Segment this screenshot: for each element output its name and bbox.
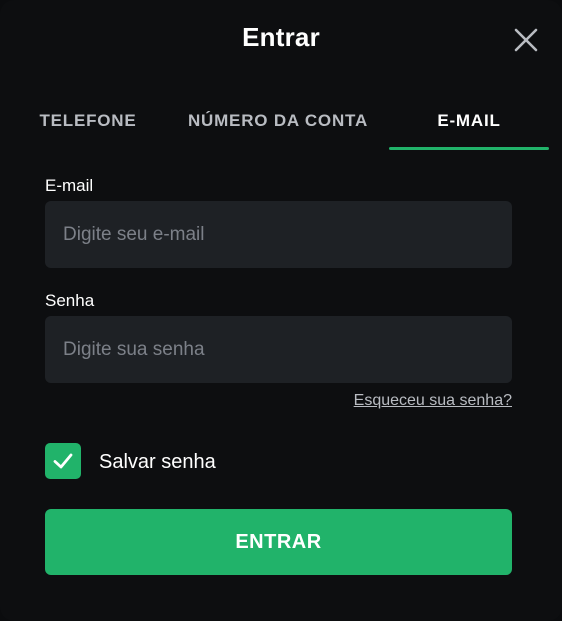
password-input[interactable] xyxy=(45,316,512,383)
tab-telefone[interactable]: TELEFONE xyxy=(18,92,158,150)
remember-password-checkbox[interactable] xyxy=(45,443,81,479)
login-submit-button[interactable]: ENTRAR xyxy=(45,509,512,575)
checkmark-icon xyxy=(53,453,73,469)
dialog-title: Entrar xyxy=(242,22,320,52)
tab-numero-da-conta[interactable]: NÚMERO DA CONTA xyxy=(170,92,386,150)
password-label: Senha xyxy=(45,291,95,310)
tab-email[interactable]: E-MAIL xyxy=(389,92,549,150)
close-icon xyxy=(514,28,538,52)
close-button[interactable] xyxy=(512,26,540,54)
email-label: E-mail xyxy=(45,176,94,195)
remember-password-label: Salvar senha xyxy=(99,451,216,473)
forgot-password-link[interactable]: Esqueceu sua senha? xyxy=(354,392,512,410)
email-input[interactable] xyxy=(45,201,512,268)
login-method-tabs: TELEFONE NÚMERO DA CONTA E-MAIL xyxy=(0,92,562,152)
active-tab-indicator xyxy=(389,147,549,150)
login-dialog: Entrar TELEFONE NÚMERO DA CONTA E-MAIL E… xyxy=(0,0,562,621)
